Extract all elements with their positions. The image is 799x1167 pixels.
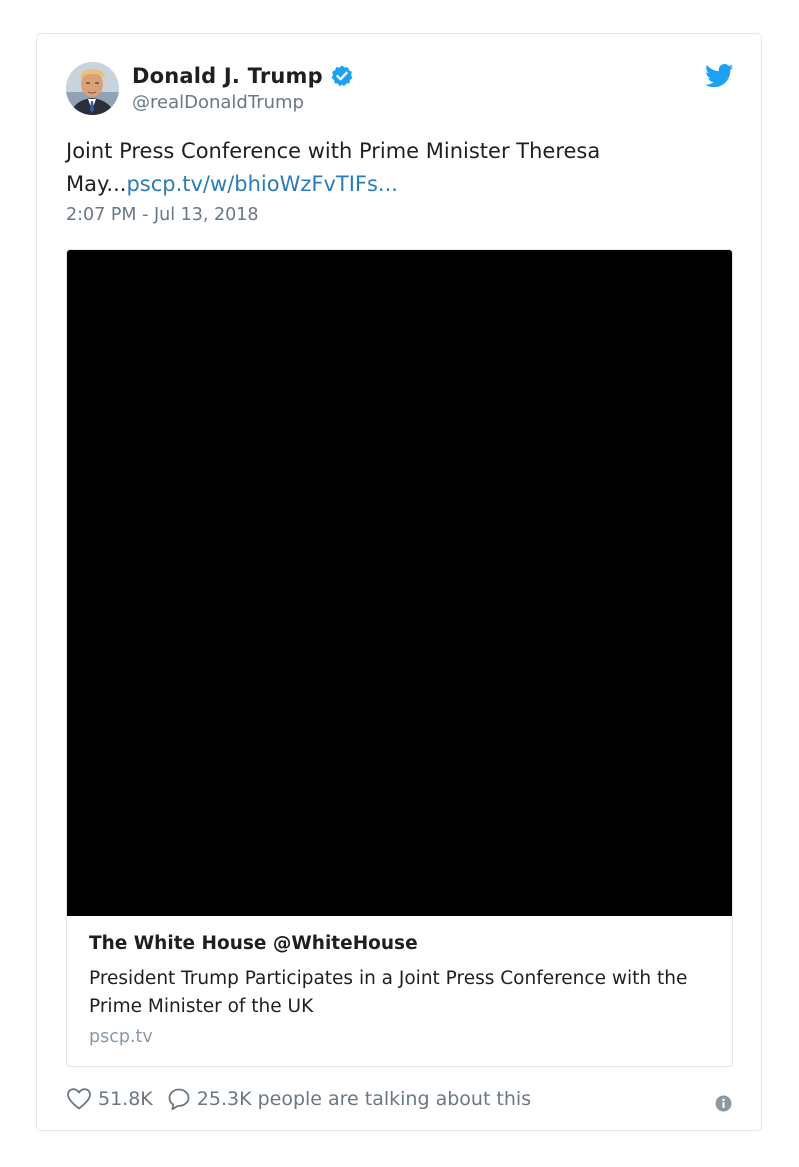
info-icon[interactable] bbox=[715, 1095, 732, 1112]
video-player[interactable] bbox=[67, 250, 732, 916]
tweet-footer: 51.8K 25.3K people are talking about thi… bbox=[66, 1087, 531, 1111]
heart-icon bbox=[67, 1088, 91, 1110]
avatar-portrait-icon bbox=[66, 62, 119, 115]
speech-bubble-icon bbox=[168, 1088, 190, 1111]
conversation-count: 25.3K people are talking about this bbox=[196, 1088, 532, 1110]
media-card-title: President Trump Participates in a Joint … bbox=[89, 968, 688, 1017]
tweet-link[interactable]: pscp.tv/w/bhioWzFvTIFs... bbox=[126, 172, 398, 196]
media-card-author: The White House @WhiteHouse bbox=[89, 933, 418, 954]
conversation-stat[interactable]: 25.3K people are talking about this bbox=[153, 1087, 531, 1111]
verified-badge-icon bbox=[331, 65, 353, 87]
like-stat[interactable]: 51.8K bbox=[66, 1087, 153, 1111]
media-card[interactable]: The White House @WhiteHouse President Tr… bbox=[66, 249, 733, 1067]
author-name-row[interactable]: Donald J. Trump bbox=[132, 64, 354, 88]
author-handle[interactable]: @realDonaldTrump bbox=[132, 92, 304, 113]
author-name[interactable]: Donald J. Trump bbox=[132, 64, 323, 88]
tweet-timestamp[interactable]: 2:07 PM - Jul 13, 2018 bbox=[66, 205, 259, 225]
author-avatar[interactable] bbox=[66, 62, 119, 115]
media-card-domain: pscp.tv bbox=[89, 1027, 153, 1047]
like-count: 51.8K bbox=[98, 1088, 153, 1110]
embedded-tweet-card: Donald J. Trump @realDonaldTrump Joint P… bbox=[36, 33, 762, 1131]
tweet-text: Joint Press Conference with Prime Minist… bbox=[66, 135, 706, 201]
twitter-bird-icon[interactable] bbox=[705, 64, 734, 88]
